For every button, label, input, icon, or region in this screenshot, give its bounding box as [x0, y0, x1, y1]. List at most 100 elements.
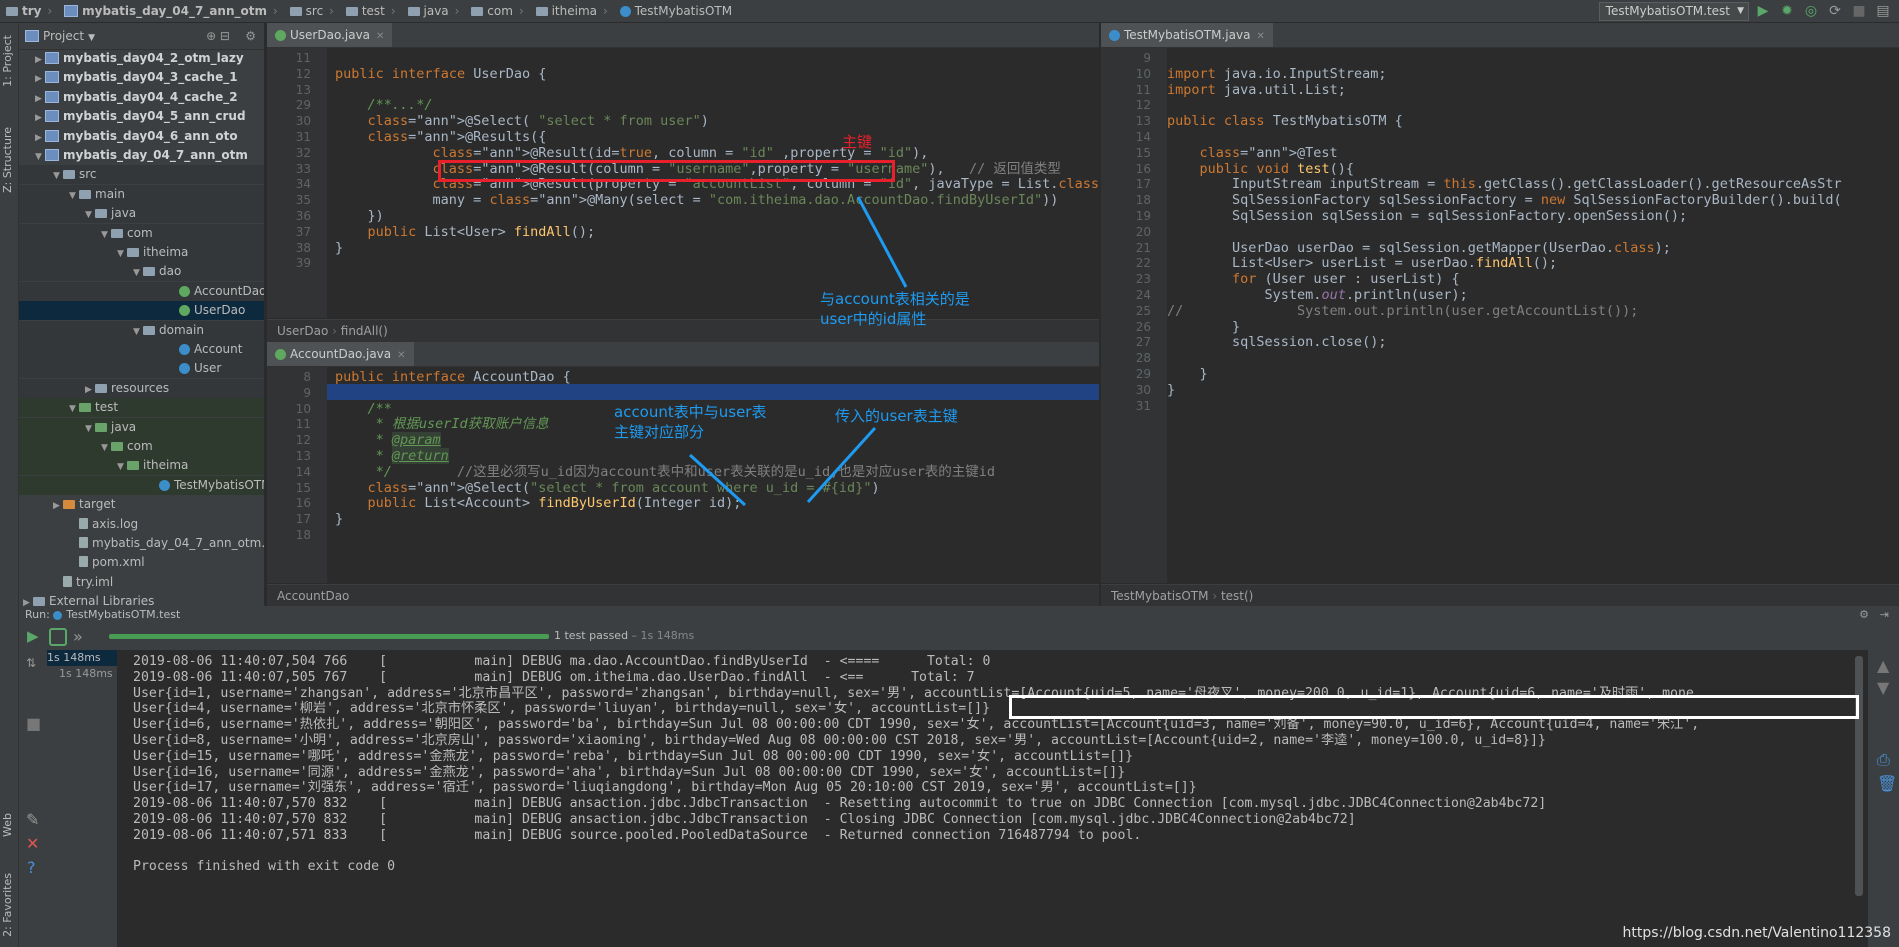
- accountdao-code[interactable]: public interface AccountDao { /** * 根据us…: [267, 367, 1099, 583]
- tab-userdao[interactable]: UserDao.java ✕: [267, 23, 393, 47]
- chevron-down-icon[interactable]: ▼: [85, 420, 95, 437]
- chevron-down-icon[interactable]: ▼: [133, 264, 143, 281]
- project-tree-item[interactable]: ▶ target: [19, 495, 264, 514]
- userdao-code[interactable]: public interface UserDao { /**...*/ clas…: [267, 48, 1107, 318]
- console-scrollbar[interactable]: [1855, 656, 1863, 896]
- class-icon: [159, 479, 170, 491]
- project-tree-item[interactable]: ▶ resources: [19, 378, 264, 398]
- chevron-right-icon[interactable]: ▶: [53, 497, 63, 514]
- chevron-down-icon[interactable]: ▼: [35, 148, 45, 165]
- test-tree-item[interactable]: 1s 148ms: [59, 666, 113, 682]
- chevron-down-icon[interactable]: ▼: [69, 187, 79, 204]
- close-icon[interactable]: ✕: [26, 834, 39, 853]
- breadcrumb-src[interactable]: src: [284, 0, 328, 22]
- tool-project[interactable]: 1: Project: [1, 35, 14, 87]
- project-tree-item[interactable]: ▼ src: [19, 165, 264, 185]
- collapse-icon[interactable]: ⊕ ⊟: [206, 23, 230, 49]
- rerun-icon[interactable]: ▶: [27, 627, 39, 645]
- project-tree-item[interactable]: ▼ itheima: [19, 243, 264, 262]
- chevron-down-icon[interactable]: ▼: [88, 33, 95, 43]
- run-icon[interactable]: ▶: [1755, 3, 1771, 19]
- breadcrumb-project[interactable]: try: [0, 0, 45, 22]
- project-tree-item[interactable]: ▼ domain: [19, 320, 264, 340]
- more-icon[interactable]: »: [73, 627, 83, 646]
- project-tree-label: TestMybatisOTM: [174, 477, 264, 492]
- folder-icon: [95, 422, 107, 432]
- test-code[interactable]: import java.io.InputStream; import java.u…: [1101, 48, 1891, 583]
- stop-icon[interactable]: ■: [26, 714, 41, 733]
- project-tree-item[interactable]: ▶ mybatis_day04_6_ann_oto: [19, 127, 264, 146]
- help-icon[interactable]: ?: [27, 858, 36, 877]
- console-right-toolbar: ▲ ▼ ⎙ 🗑: [1868, 650, 1899, 947]
- sort-icon[interactable]: ⇅: [26, 656, 36, 670]
- coverage-icon[interactable]: ◎: [1803, 3, 1819, 19]
- run-configuration-select[interactable]: TestMybatisOTM.test ▼: [1598, 2, 1749, 21]
- tab-testmybatisotm[interactable]: TestMybatisOTM.java ✕: [1101, 23, 1273, 47]
- debug-icon[interactable]: ✹: [1779, 3, 1795, 19]
- close-icon[interactable]: ✕: [376, 31, 384, 42]
- gear-icon[interactable]: ⚙: [245, 23, 256, 49]
- scroll-down-icon[interactable]: ▼: [1877, 678, 1889, 697]
- layout-icon[interactable]: ▤: [1875, 3, 1891, 19]
- project-tree-item[interactable]: ▼ java: [19, 417, 264, 437]
- chevron-right-icon[interactable]: ▶: [35, 129, 45, 146]
- project-tree-item[interactable]: ▼ dao: [19, 262, 264, 282]
- hide-icon[interactable]: ⇥: [1880, 606, 1889, 624]
- scroll-up-icon[interactable]: ▲: [1877, 656, 1889, 675]
- tool-web[interactable]: Web: [1, 813, 14, 837]
- chevron-right-icon[interactable]: ▶: [35, 109, 45, 126]
- stop-icon[interactable]: ■: [1851, 3, 1867, 19]
- project-tree-item[interactable]: ▼ test: [19, 398, 264, 418]
- close-icon[interactable]: ✕: [397, 350, 405, 361]
- passed-filter-icon[interactable]: [49, 628, 67, 646]
- project-tree-item[interactable]: Account: [19, 340, 264, 359]
- chevron-down-icon[interactable]: ▼: [101, 439, 111, 456]
- breadcrumb-test[interactable]: test: [340, 0, 389, 22]
- project-tree-item[interactable]: User: [19, 359, 264, 379]
- trash-icon[interactable]: 🗑: [1877, 774, 1897, 793]
- project-tree-item[interactable]: AccountDao: [19, 281, 264, 301]
- chevron-down-icon[interactable]: ▼: [133, 323, 143, 340]
- project-tree-item[interactable]: TestMybatisOTM: [19, 475, 264, 495]
- pin-icon[interactable]: ✎: [26, 810, 39, 829]
- project-tree-item[interactable]: ▼ com: [19, 223, 264, 243]
- project-tree-item[interactable]: ▼ main: [19, 184, 264, 204]
- tool-structure[interactable]: Z: Structure: [1, 127, 14, 193]
- project-tree-item[interactable]: ▶ mybatis_day04_4_cache_2: [19, 88, 264, 107]
- chevron-down-icon[interactable]: ▼: [69, 400, 79, 417]
- chevron-right-icon[interactable]: ▶: [85, 381, 95, 398]
- chevron-down-icon[interactable]: ▼: [53, 167, 63, 184]
- chevron-down-icon[interactable]: ▼: [117, 458, 127, 475]
- close-icon[interactable]: ✕: [1256, 31, 1264, 42]
- project-tree-item[interactable]: ▼ com: [19, 437, 264, 456]
- project-tree-item[interactable]: ▶ mybatis_day04_2_otm_lazy: [19, 49, 264, 68]
- project-tree-item[interactable]: mybatis_day_04_7_ann_otm.iml: [19, 534, 264, 553]
- project-tree-item[interactable]: ▶ mybatis_day04_3_cache_1: [19, 68, 264, 87]
- breadcrumb-java[interactable]: java: [402, 0, 453, 22]
- project-tree-item[interactable]: ▼ itheima: [19, 456, 264, 476]
- tab-accountdao[interactable]: AccountDao.java ✕: [267, 342, 414, 366]
- project-tree-item[interactable]: axis.log: [19, 515, 264, 534]
- chevron-down-icon[interactable]: ▼: [85, 206, 95, 223]
- project-tree-item[interactable]: ▶ mybatis_day04_5_ann_crud: [19, 107, 264, 126]
- project-tree-item[interactable]: ▼ mybatis_day_04_7_ann_otm: [19, 146, 264, 165]
- breadcrumb-class[interactable]: TestMybatisOTM: [614, 0, 736, 22]
- chevron-right-icon[interactable]: ▶: [35, 51, 45, 68]
- test-tree-root[interactable]: 1s 148ms: [47, 650, 117, 666]
- chevron-down-icon[interactable]: ▼: [117, 245, 127, 262]
- print-icon[interactable]: ⎙: [1877, 750, 1890, 770]
- chevron-right-icon[interactable]: ▶: [35, 90, 45, 107]
- breadcrumb-module[interactable]: mybatis_day_04_7_ann_otm: [58, 0, 271, 22]
- breadcrumb-itheima[interactable]: itheima: [530, 0, 601, 22]
- tool-favorites[interactable]: 2: Favorites: [1, 873, 14, 937]
- project-tree-item[interactable]: ▼ java: [19, 204, 264, 224]
- chevron-right-icon[interactable]: ▶: [35, 70, 45, 87]
- chevron-down-icon[interactable]: ▼: [101, 226, 111, 243]
- project-tree-item[interactable]: try.iml: [19, 573, 264, 592]
- project-tree-item[interactable]: UserDao: [19, 301, 264, 321]
- project-tree-label: axis.log: [92, 516, 139, 531]
- breadcrumb-com[interactable]: com: [465, 0, 517, 22]
- gear-icon[interactable]: ⚙: [1859, 606, 1869, 624]
- profile-icon[interactable]: ⟳: [1827, 3, 1843, 19]
- project-tree-item[interactable]: pom.xml: [19, 553, 264, 572]
